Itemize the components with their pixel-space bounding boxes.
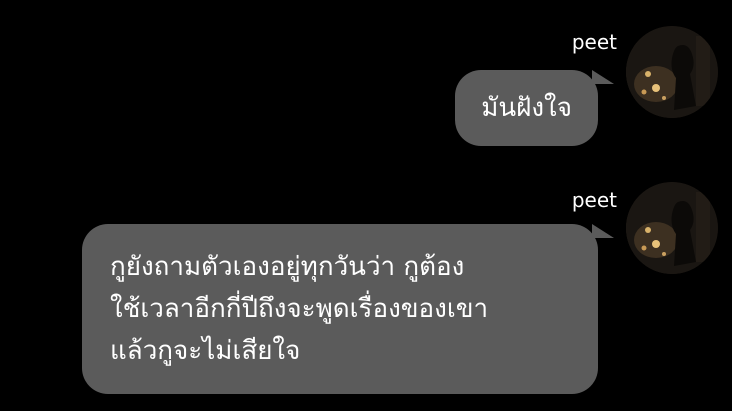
avatar-photo-icon [626, 182, 718, 274]
message-bubble[interactable]: กูยังถามตัวเองอยู่ทุกวันว่า กูต้อง ใช้เว… [82, 224, 614, 394]
message-bubble[interactable]: มันฝังใจ [455, 70, 614, 146]
avatar-photo-icon [626, 26, 718, 118]
sender-name: peet [571, 188, 617, 212]
message-text: กูยังถามตัวเองอยู่ทุกวันว่า กูต้อง ใช้เว… [110, 252, 489, 366]
message-text: มันฝังใจ [481, 93, 572, 123]
avatar[interactable] [626, 182, 718, 274]
avatar[interactable] [626, 26, 718, 118]
bubble-tail [592, 224, 614, 238]
message-group: peet มันฝังใจ [0, 0, 732, 170]
bubble-tail [592, 70, 614, 84]
sender-name: peet [571, 30, 617, 54]
message-group: peet กูยังถามตัวเองอยู่ทุกวันว่า กูต้อง … [0, 180, 732, 411]
